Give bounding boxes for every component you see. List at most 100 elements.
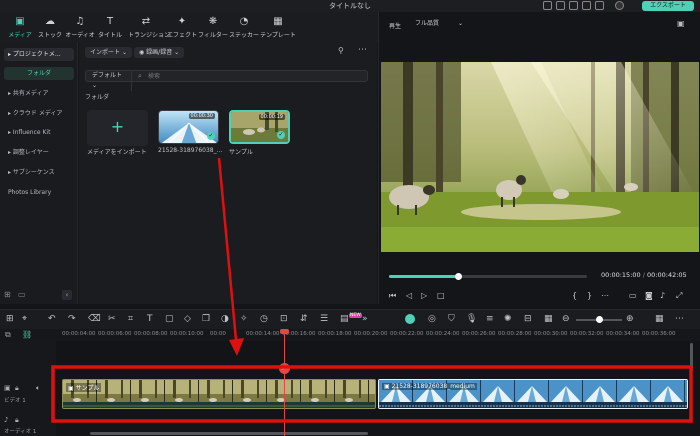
import-dropdown[interactable]: インポート ⌄ [85,47,132,58]
notification-icon[interactable] [556,1,565,10]
subtitle-icon[interactable]: ⊟ [524,314,532,324]
timeline-clip[interactable]: ▣ 21528-318976038_medium [378,379,688,409]
effects-icon[interactable]: ✧ [240,314,248,324]
folder-icon[interactable]: ▭ [18,290,26,299]
search-input[interactable] [148,72,358,80]
sidebar-item-project-media[interactable]: ▸ プロジェクトメ... [4,48,74,61]
timeline-clip[interactable]: ▣ サンプル [62,379,376,409]
render-icon[interactable] [405,314,415,324]
timeline-scrollbar[interactable] [90,432,368,435]
new-folder-icon[interactable]: ⊞ [4,290,11,299]
display-icon[interactable]: ▭ [629,291,637,300]
playback-progress-track[interactable] [389,273,587,280]
chevron-down-icon: ⌄ [457,20,463,27]
ai-icon[interactable]: ✺ [504,314,512,324]
more-options-icon[interactable]: ⋯ [358,45,367,55]
zoom-in-icon[interactable]: ⊕ [626,314,634,324]
headset-icon[interactable] [582,1,591,10]
select-tool-icon[interactable]: ⌖ [22,314,27,324]
zoom-out-icon[interactable]: ⊖ [562,314,570,324]
layout-icon[interactable] [543,1,552,10]
mark-out-icon[interactable]: } [587,291,592,300]
sidebar-item-shared-media[interactable]: ▸ 共有メディア [4,87,74,100]
scissors-icon[interactable]: ✂ [279,363,290,374]
quality-dropdown[interactable]: フル品質 ⌄ [411,19,467,29]
gift-icon[interactable] [595,1,604,10]
fit-icon[interactable]: ⊡ [280,314,288,324]
transform-icon[interactable]: ◇ [184,314,191,324]
adjust-icon[interactable]: ☰ [320,314,328,324]
ai-tool-icon[interactable]: ▤ [340,314,349,324]
playhead-knob[interactable] [455,273,463,280]
tool-audio[interactable]: ♫ オーディオ [64,16,96,40]
sidebar-item-influence-kit[interactable]: ▸ Influence Kit [4,126,74,139]
more-options-icon[interactable]: ⋯ [675,314,684,324]
stop-icon[interactable]: □ [437,291,445,300]
tool-title[interactable]: T タイトル [94,16,126,40]
color-icon[interactable]: ◑ [221,314,229,324]
timeline-playhead[interactable] [284,329,285,436]
playhead-handle[interactable] [280,329,289,334]
collapse-sidebar-icon[interactable]: ‹ [62,290,72,300]
tool-stock[interactable]: ☁ ストック [34,16,66,40]
export-button[interactable]: エクスポート [642,1,694,11]
split-icon[interactable]: ✂ [108,314,116,324]
shape-icon[interactable]: ▢ [165,314,174,324]
import-media-tile[interactable]: + [87,110,148,146]
layout-grid-icon[interactable]: ▦ [655,314,664,324]
speed-icon[interactable]: ◷ [260,314,268,324]
lock-icon[interactable]: 🔒︎ [15,384,19,393]
zoom-slider-knob[interactable] [596,316,603,323]
snapshot-settings-icon[interactable]: ▣ [677,19,685,28]
detach-audio-icon[interactable]: ⇵ [300,314,308,324]
cloud-icon[interactable] [569,1,578,10]
record-dropdown[interactable]: ◉ 録画/録音 ⌄ [134,47,185,58]
mark-in-icon[interactable]: { [572,291,577,300]
sidebar-item-cloud-media[interactable]: ▸ クラウド メディア [4,107,74,120]
undo-icon[interactable]: ↶ [48,314,56,324]
tool-media[interactable]: ▣ メディア [4,16,36,40]
shield-icon[interactable]: ⛉ [448,314,455,324]
sidebar-item-subsequence[interactable]: ▸ サブシーケンス [4,166,74,179]
expand-toolbar-icon[interactable]: » [362,314,368,324]
copy-icon[interactable]: ❐ [202,314,210,324]
media-clip-thumbnail[interactable]: 00:00:30 ✓ [158,110,219,144]
speaker-icon[interactable]: 🔈︎ [36,384,40,393]
tool-filter[interactable]: ❋ フィルター [197,16,229,40]
fullscreen-icon[interactable]: ⤢ [676,291,682,301]
volume-icon[interactable]: ♪ [660,291,665,300]
delete-icon[interactable]: ⌫ [88,314,101,324]
timeline-ruler[interactable]: ⧉ ⛓ 00:00:04:00 00:00:06:00 00:00:08:00 … [0,329,700,341]
tool-effect[interactable]: ✦ エフェクト [166,16,198,40]
lock-icon[interactable]: 🔒︎ [15,416,19,425]
marker-icon[interactable]: ▦ [544,314,553,324]
avatar[interactable] [615,1,624,10]
video-clip-icon: ▣ [384,383,390,390]
play-icon[interactable]: ▷ [421,291,427,300]
sidebar-item-adjustment-layer[interactable]: ▸ 調整レイヤー [4,146,74,159]
sidebar-item-folder[interactable]: フォルダ [4,67,74,80]
sidebar-item-photos-library[interactable]: Photos Library [4,186,74,199]
more-options-icon[interactable]: ⋯ [601,291,609,300]
list-icon[interactable]: ≡ [486,314,494,324]
microphone-icon[interactable]: 🎙 [466,314,477,324]
grid-icon[interactable]: ⊞ [6,314,14,324]
tool-transition[interactable]: ⇄ トランジション [128,16,170,40]
media-clip-thumbnail[interactable]: 00:00:19 ✓ [229,110,290,144]
filter-sort-icon[interactable]: ⚲ [338,46,344,55]
vertical-scrollbar[interactable] [690,343,693,371]
link-icon[interactable]: ⛓ [22,330,32,339]
add-track-icon[interactable]: ⧉ [5,330,11,340]
text-icon[interactable]: T [147,314,153,324]
camera-icon[interactable]: ◙ [645,291,653,300]
step-back-icon[interactable]: ⏮ [389,291,396,301]
zoom-slider[interactable] [576,316,622,323]
crop-icon[interactable]: ⌗ [128,314,133,324]
snap-icon[interactable]: ◎ [428,314,436,324]
rewind-icon[interactable]: ◁ [406,291,412,300]
tool-sticker[interactable]: ◔ ステッカー [228,16,260,40]
redo-icon[interactable]: ↷ [68,314,76,324]
tool-template[interactable]: ▦ テンプレート [260,16,296,40]
ruler-tick: 00:00 [210,331,226,337]
sort-dropdown[interactable]: デフォルト ⌄ [88,71,132,91]
